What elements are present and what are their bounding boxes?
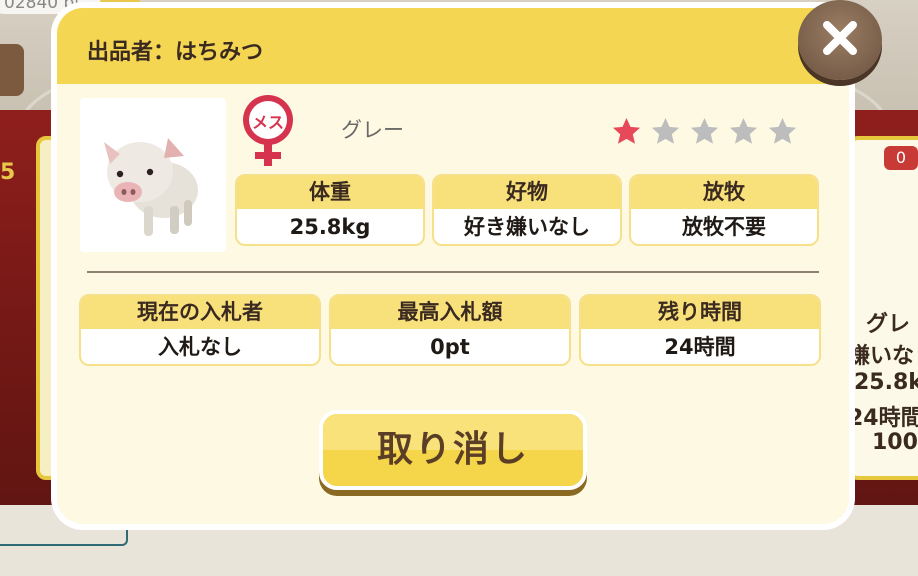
background-right-color: グレ — [866, 312, 911, 337]
close-button[interactable] — [798, 0, 882, 80]
cancel-button[interactable]: 取り消し — [319, 410, 587, 490]
background-right-weight: 25.8k — [854, 370, 918, 395]
barrel-icon — [0, 44, 24, 96]
highest-bid-label: 最高入札額 — [331, 296, 569, 329]
auction-highest-bid: 最高入札額 0pt — [329, 294, 571, 366]
pig-image — [104, 138, 198, 236]
seller-label: 出品者：はちみつ — [87, 40, 264, 65]
time-left-value: 24時間 — [664, 335, 736, 359]
background-right-price: 100 — [872, 430, 918, 455]
background-right-time: 24時間 — [848, 406, 918, 431]
star-icon — [729, 117, 758, 144]
star-icon-filled — [612, 117, 641, 144]
auction-detail-modal: 出品者：はちみつ メス グレー 体重 25.8kg 好物 好き嫌いなし 放牧 放… — [57, 8, 849, 524]
close-icon — [823, 21, 857, 55]
pig-color: グレー — [341, 118, 404, 142]
stat-favorite-value: 好き嫌いなし — [464, 215, 590, 239]
star-icon — [690, 117, 719, 144]
stat-weight-value: 25.8kg — [289, 215, 371, 239]
modal-header: 出品者：はちみつ — [57, 8, 849, 84]
gender-label: メス — [252, 113, 284, 132]
stat-grazing: 放牧 放牧不要 — [629, 174, 819, 246]
star-icon — [651, 117, 680, 144]
star-icon — [768, 117, 797, 144]
current-bidder-label: 現在の入札者 — [81, 296, 319, 329]
auction-current-bidder: 現在の入札者 入札なし — [79, 294, 321, 366]
current-bidder-value: 入札なし — [158, 335, 242, 359]
background-right-badge: 0 — [884, 146, 918, 170]
stat-weight: 体重 25.8kg — [235, 174, 425, 246]
stat-favorite-label: 好物 — [434, 176, 620, 209]
stat-favorite: 好物 好き嫌いなし — [432, 174, 622, 246]
auction-time-left: 残り時間 24時間 — [579, 294, 821, 366]
background-left-number: 5 — [0, 160, 16, 185]
cancel-button-label: 取り消し — [376, 429, 529, 470]
female-icon: メス — [237, 92, 299, 170]
stat-weight-label: 体重 — [237, 176, 423, 209]
stat-grazing-label: 放牧 — [631, 176, 817, 209]
section-divider — [87, 271, 819, 273]
highest-bid-value: 0pt — [430, 335, 470, 359]
pig-thumbnail — [80, 98, 226, 252]
background-right-favorite: 嫌いな — [848, 344, 915, 369]
stat-grazing-value: 放牧不要 — [682, 215, 766, 239]
rating-stars — [611, 116, 798, 147]
time-left-label: 残り時間 — [581, 296, 819, 329]
